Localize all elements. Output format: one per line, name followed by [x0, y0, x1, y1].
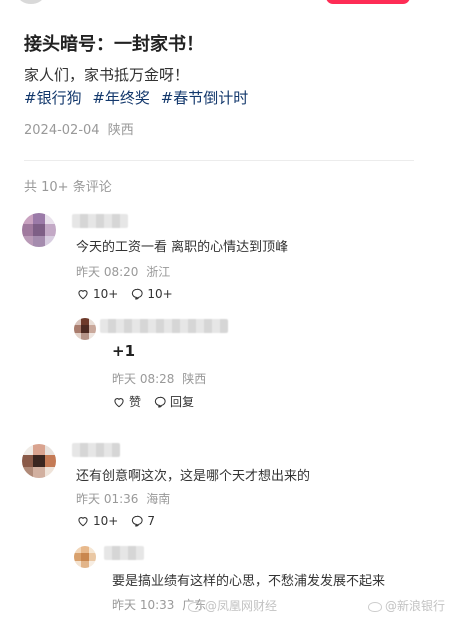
tag-link[interactable]: #年终奖 — [92, 89, 150, 107]
top-bar — [0, 0, 455, 14]
like-count: 10+ — [93, 287, 119, 301]
comment-location: 浙江 — [146, 265, 171, 279]
like-button[interactable]: 10+ — [76, 287, 118, 301]
comment-location: 海南 — [146, 492, 171, 506]
weibo-logo-icon — [188, 601, 202, 612]
reply-count: 10+ — [147, 287, 173, 301]
comment-actions: 10+ 7 — [76, 514, 167, 528]
reply-count-button[interactable]: 7 — [130, 514, 155, 528]
like-button[interactable]: 赞 — [112, 393, 141, 410]
comment-actions: 10+ 10+ — [76, 287, 185, 301]
reply-button[interactable]: 回复 — [153, 393, 194, 410]
post-title: 接头暗号：一封家书！ — [24, 34, 204, 55]
post-tags: #银行狗 #年终奖 #春节倒计时 — [24, 87, 254, 108]
comment-count: 共 10+ 条评论 — [24, 180, 112, 195]
heart-outline-icon — [114, 397, 124, 407]
author-avatar[interactable] — [18, 0, 44, 4]
reply-actions: 赞 回复 — [112, 393, 206, 410]
heart-outline-icon — [78, 517, 88, 527]
watermark-text: @凤凰网财经 — [205, 599, 278, 613]
post-location: 陕西 — [107, 123, 134, 138]
weibo-logo-icon — [368, 601, 382, 612]
commenter-avatar[interactable] — [22, 213, 56, 247]
tag-link[interactable]: #银行狗 — [24, 89, 82, 107]
reply-time: 昨天 10:33 — [112, 598, 175, 612]
follow-button[interactable] — [326, 0, 410, 4]
reply-label: 回复 — [170, 395, 195, 409]
comment-text: 今天的工资一看 离职的心情达到顶峰 — [76, 240, 289, 255]
comment-meta: 昨天 08:20 浙江 — [76, 263, 170, 280]
speech-bubble-icon — [154, 396, 166, 408]
like-button[interactable]: 10+ — [76, 514, 118, 528]
comment-meta: 昨天 01:36 海南 — [76, 490, 170, 507]
comment-time: 昨天 01:36 — [76, 492, 139, 506]
speech-bubble-icon — [132, 515, 143, 527]
reply-meta: 昨天 08:28 陕西 — [112, 370, 206, 387]
speech-bubble-icon — [132, 288, 143, 300]
post-meta: 2024-02-04 陕西 — [24, 119, 134, 138]
reply-count-button[interactable]: 10+ — [130, 287, 173, 301]
tag-link[interactable]: #春节倒计时 — [161, 89, 249, 107]
replier-name-blurred[interactable] — [104, 546, 144, 560]
like-count: 10+ — [93, 514, 119, 528]
commenter-avatar[interactable] — [22, 444, 56, 478]
watermark: @凤凰网财经 — [188, 597, 277, 614]
replier-avatar[interactable] — [74, 546, 96, 568]
reply-count: 7 — [147, 514, 155, 528]
watermark: @新浪银行 — [368, 597, 445, 614]
like-label: 赞 — [129, 395, 142, 409]
comment-time: 昨天 08:20 — [76, 265, 139, 279]
watermark-text: @新浪银行 — [385, 599, 446, 613]
comment-text: 还有创意啊这次，这是哪个天才想出来的 — [76, 469, 311, 484]
post-body: 家人们，家书抵万金呀！ — [24, 66, 190, 84]
replier-avatar[interactable] — [74, 318, 96, 340]
reply-text: 要是搞业绩有这样的心思，不愁浦发发展不起来 — [112, 574, 386, 589]
reply-time: 昨天 08:28 — [112, 372, 175, 386]
heart-outline-icon — [78, 290, 88, 300]
post-date: 2024-02-04 — [24, 123, 100, 138]
reply-location: 陕西 — [182, 372, 207, 386]
commenter-name-blurred[interactable] — [72, 214, 128, 228]
divider — [24, 160, 414, 161]
replier-name-blurred[interactable] — [100, 319, 228, 333]
reply-text: +1 — [112, 342, 136, 360]
commenter-name-blurred[interactable] — [72, 443, 120, 457]
